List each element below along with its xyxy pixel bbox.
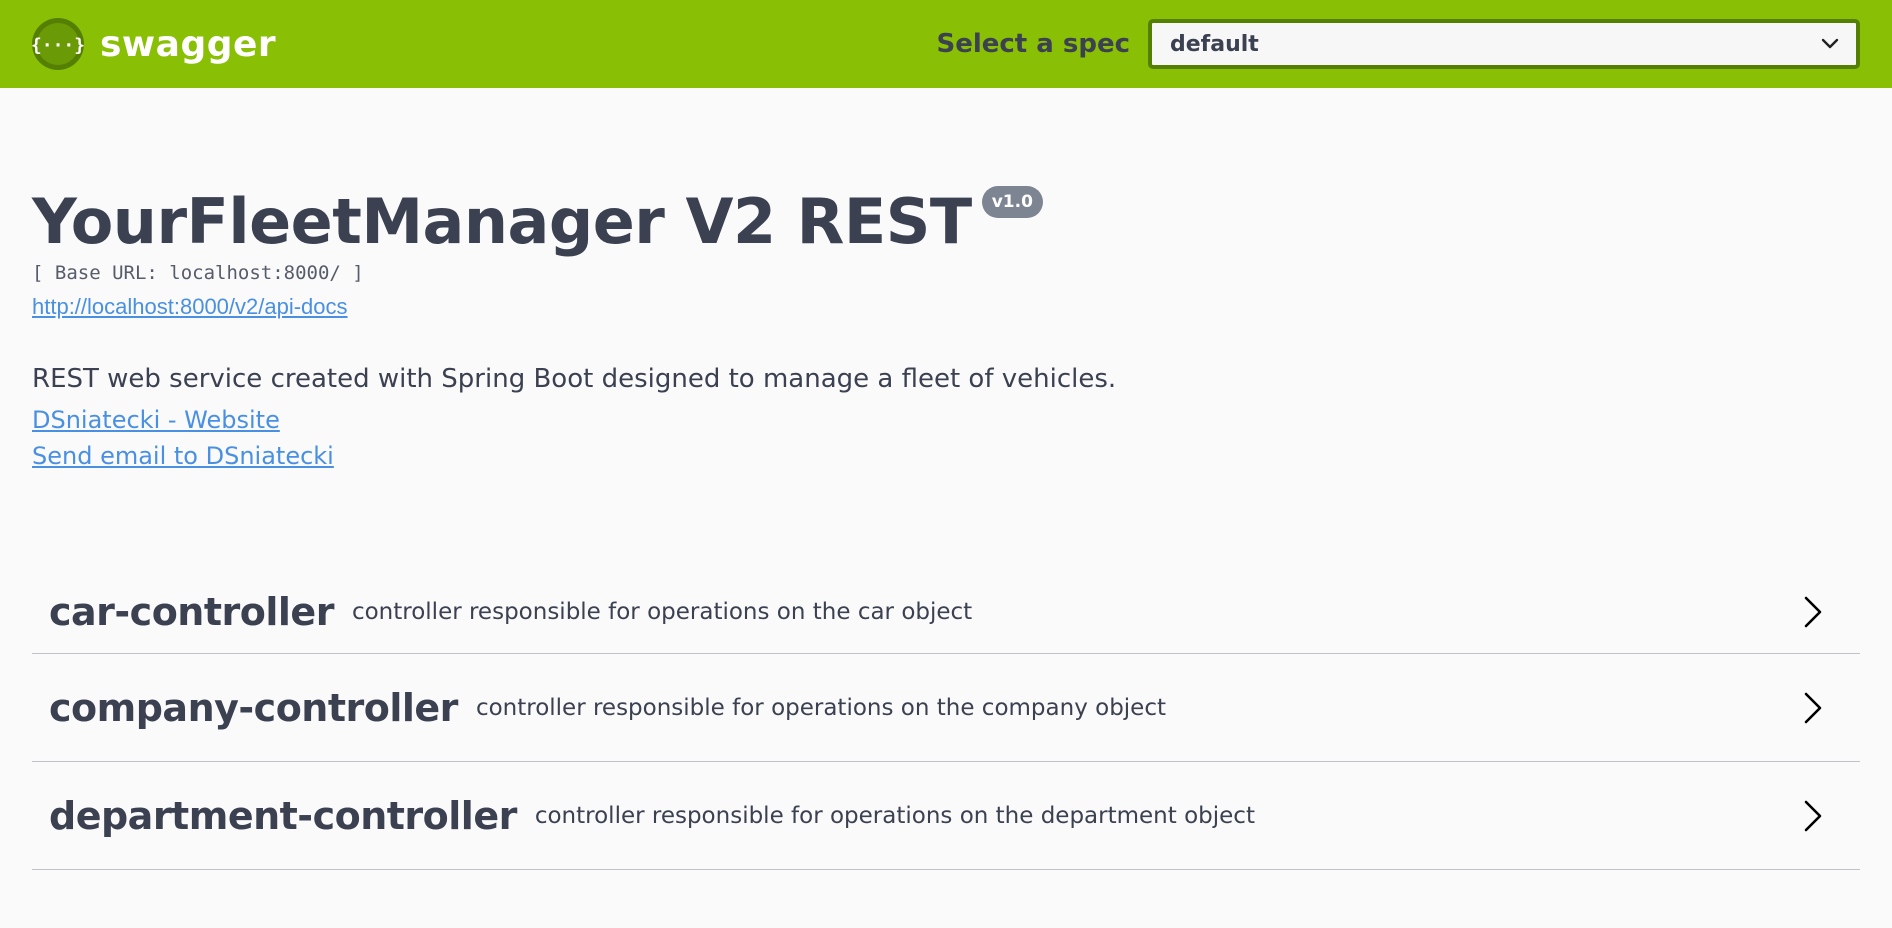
topbar: {···} swagger Select a spec default xyxy=(0,0,1892,88)
chevron-right-icon[interactable] xyxy=(1802,799,1824,833)
page-title: YourFleetManager V2 REST xyxy=(32,185,972,258)
spec-select[interactable]: default xyxy=(1148,19,1860,69)
email-link[interactable]: Send email to DSniatecki xyxy=(32,442,1860,470)
tag-car-controller[interactable]: car-controller controller responsible fo… xyxy=(32,560,1860,654)
tag-description: controller responsible for operations on… xyxy=(534,802,1255,829)
base-url: [ Base URL: localhost:8000/ ] xyxy=(32,262,364,284)
chevron-down-icon xyxy=(1820,34,1840,54)
title-row: YourFleetManager V2 REST v1.0 xyxy=(32,186,1860,258)
spec-selector: Select a spec default xyxy=(936,19,1860,69)
website-link[interactable]: DSniatecki - Website xyxy=(32,406,1860,434)
swagger-logo-icon: {···} xyxy=(32,18,84,70)
spec-label: Select a spec xyxy=(936,29,1130,59)
tag-list: car-controller controller responsible fo… xyxy=(32,560,1860,870)
tag-company-controller[interactable]: company-controller controller responsibl… xyxy=(32,654,1860,762)
brand-name: swagger xyxy=(100,23,277,65)
tag-description: controller responsible for operations on… xyxy=(475,694,1166,721)
spec-select-value: default xyxy=(1170,31,1259,57)
api-info: YourFleetManager V2 REST v1.0 [ Base URL… xyxy=(0,88,1892,471)
chevron-right-icon[interactable] xyxy=(1802,691,1824,725)
api-docs-link[interactable]: http://localhost:8000/v2/api-docs xyxy=(32,294,348,320)
tag-description: controller responsible for operations on… xyxy=(351,598,973,625)
tag-name: department-controller xyxy=(49,793,517,838)
tag-name: company-controller xyxy=(49,685,458,730)
chevron-right-icon[interactable] xyxy=(1802,595,1824,629)
tag-department-controller[interactable]: department-controller controller respons… xyxy=(32,762,1860,870)
tag-name: car-controller xyxy=(49,589,334,634)
version-badge: v1.0 xyxy=(981,186,1043,218)
swagger-logo[interactable]: {···} swagger xyxy=(32,18,276,70)
svg-text:{···}: {···} xyxy=(32,35,84,56)
api-description: REST web service created with Spring Boo… xyxy=(32,364,1117,394)
